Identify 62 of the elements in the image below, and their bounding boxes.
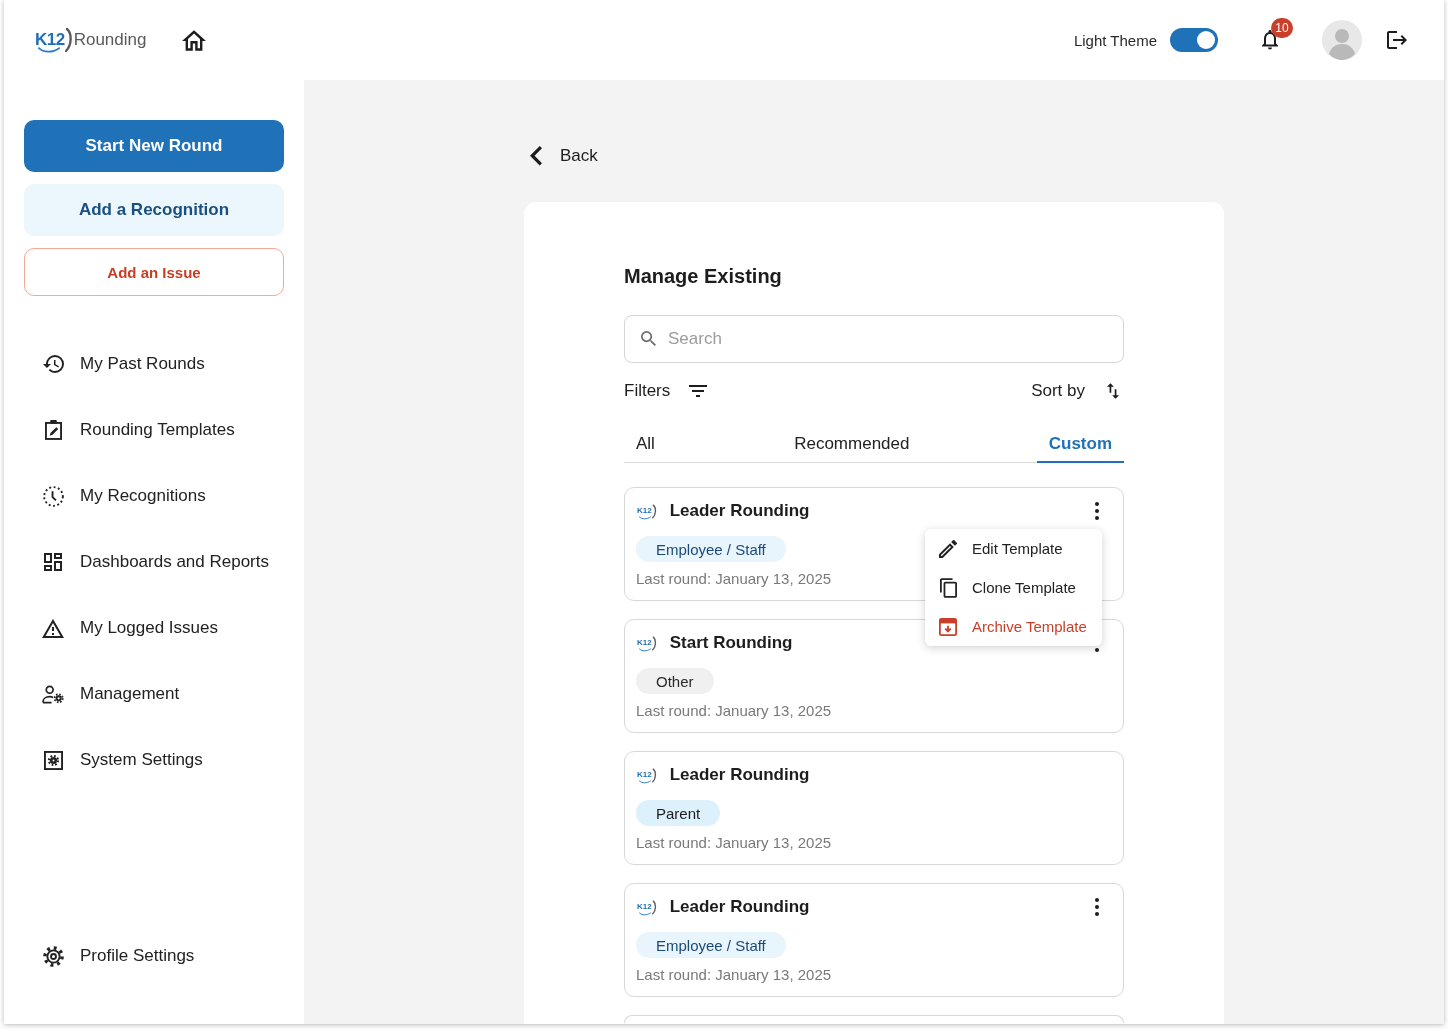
template-logo: K12 <box>637 766 657 784</box>
theme-toggle[interactable] <box>1170 28 1218 52</box>
template-title: Leader Rounding <box>669 765 810 785</box>
dashboard-icon <box>44 553 62 571</box>
nav-item[interactable]: Rounding Templates <box>24 406 284 454</box>
search-field[interactable]: Search <box>624 315 1124 363</box>
template-logo: K12 <box>637 898 657 916</box>
last-round-text: Last round: January 13, 2025 <box>636 833 832 853</box>
notifications-bell-icon[interactable] <box>1262 30 1278 50</box>
notification-badge: 10 <box>1271 18 1293 38</box>
menu-item[interactable]: Edit Template <box>925 529 1102 568</box>
start-round-button[interactable]: Start New Round <box>24 120 284 172</box>
last-round-text: Last round: January 13, 2025 <box>636 965 832 985</box>
template-logo: K12 <box>637 634 657 652</box>
template-title: Start Rounding <box>669 633 793 653</box>
category-tag: Other <box>636 668 714 694</box>
nav-item[interactable]: System Settings <box>24 736 284 784</box>
action-button[interactable]: Add an Issue <box>24 248 284 296</box>
person-gear-icon <box>42 684 64 704</box>
template-title: Leader Rounding <box>669 501 810 521</box>
archive-icon <box>939 617 957 636</box>
sort-icon <box>1107 383 1119 399</box>
template-logo: K12 <box>637 502 657 520</box>
home-icon[interactable] <box>182 29 207 51</box>
nav-item[interactable]: My Recognitions <box>24 472 284 520</box>
nav-item[interactable]: Profile Settings <box>24 932 284 980</box>
tab[interactable]: Recommended <box>782 427 922 463</box>
template-title: Leader Rounding <box>669 897 810 917</box>
category-tag: Employee / Staff <box>636 536 786 562</box>
settings-icon <box>42 945 64 967</box>
search-icon <box>641 331 656 346</box>
tab[interactable]: Custom <box>1036 427 1124 463</box>
more-options-icon[interactable] <box>1095 502 1099 520</box>
back-button[interactable]: Back <box>530 146 598 166</box>
logout-icon[interactable] <box>1387 31 1407 49</box>
chevron-icon <box>530 146 542 166</box>
nav-item[interactable]: Dashboards and Reports <box>24 538 284 586</box>
warning-icon <box>42 618 64 638</box>
nav-item[interactable]: My Logged Issues <box>24 604 284 652</box>
category-tag: Parent <box>636 800 721 826</box>
template-card[interactable]: K12 Leader Rounding Parent Last round: January 13, 2025 <box>624 751 1124 865</box>
pencil-icon <box>939 539 957 558</box>
app-logo[interactable]: K12 Rounding <box>35 27 147 53</box>
more-options-icon[interactable] <box>1095 898 1099 916</box>
tab[interactable]: All <box>624 427 667 463</box>
history-icon <box>42 355 64 373</box>
clipboard-icon <box>44 420 62 440</box>
dotted-clock-icon <box>42 485 64 507</box>
copy-icon <box>939 577 957 598</box>
filters-button[interactable]: Filters <box>624 381 708 401</box>
sort-button[interactable]: Sort by <box>1031 381 1119 401</box>
theme-label: Light Theme <box>1073 31 1157 49</box>
filter-icon <box>689 385 708 397</box>
action-button[interactable]: Add a Recognition <box>24 184 284 236</box>
page-title: Manage Existing <box>624 264 783 288</box>
nav-item[interactable]: My Past Rounds <box>24 340 284 388</box>
last-round-text: Last round: January 13, 2025 <box>636 701 832 721</box>
category-tag: Employee / Staff <box>636 932 786 958</box>
nav-item[interactable]: Management <box>24 670 284 718</box>
last-round-text: Last round: January 13, 2025 <box>636 569 832 589</box>
settings-box-icon <box>43 750 63 770</box>
template-card[interactable]: K12 Leader Rounding Employee / Staff Last round: January 13, 2025 <box>624 883 1124 997</box>
